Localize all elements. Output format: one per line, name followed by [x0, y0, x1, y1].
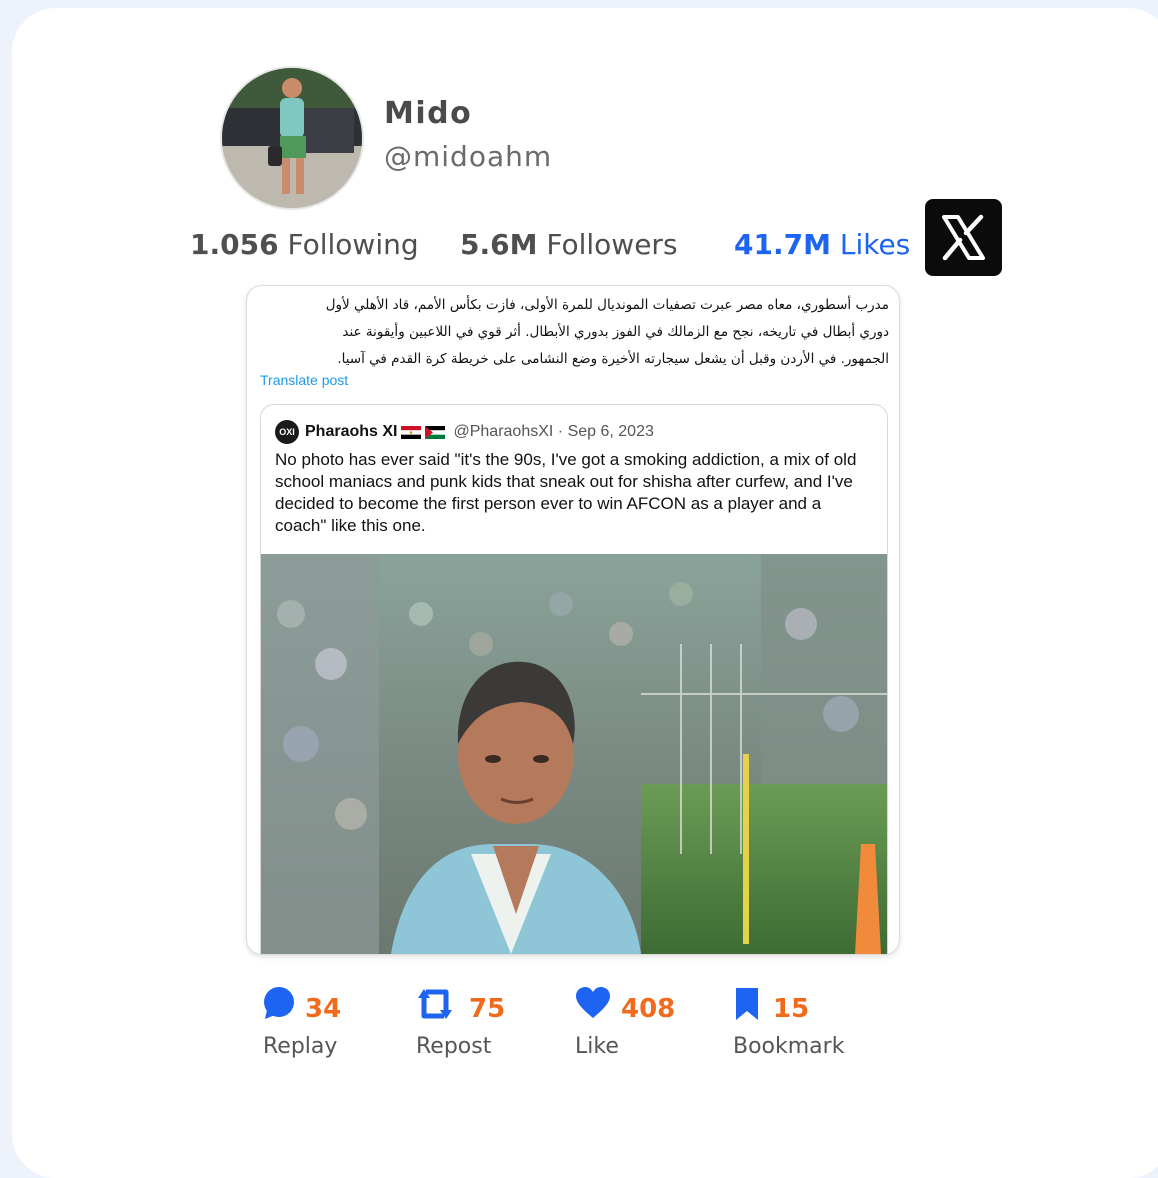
heart-icon — [576, 987, 610, 1018]
quoted-post-text: No photo has ever said "it's the 90s, I'… — [275, 450, 857, 535]
repost-label: Repost — [416, 1034, 492, 1059]
post-text-line: الجمهور. في الأردن وقبل أن يشعل سيجارته … — [337, 351, 889, 367]
quoted-post-date: Sep 6, 2023 — [567, 423, 654, 440]
post-text-line: دوري أبطال في تاريخه، نجح مع الزمالك في … — [342, 324, 889, 340]
bookmark-label: Bookmark — [733, 1034, 845, 1059]
likes-label: Likes — [839, 228, 911, 261]
repost-action[interactable]: 75 Repost — [416, 986, 596, 1076]
avatar-photo — [222, 68, 362, 208]
post-text-line: مدرب أسطوري، معاه مصر عبرت تصفيات الموند… — [325, 297, 889, 313]
like-label: Like — [575, 1034, 619, 1059]
following-count: 1.056 — [190, 228, 279, 261]
comment-icon — [264, 987, 294, 1019]
following-stat[interactable]: 1.056 Following — [190, 228, 419, 261]
quoted-post[interactable]: OXI Pharaohs XI @PharaohsXI · Sep 6, 202… — [260, 404, 888, 954]
profile-name: Mido — [384, 96, 473, 131]
egypt-flag-icon — [401, 425, 422, 439]
repost-icon — [418, 989, 452, 1019]
meta-separator: · — [557, 423, 564, 440]
followers-stat[interactable]: 5.6M Followers — [460, 228, 678, 261]
x-logo-icon — [925, 199, 1002, 276]
post-screenshot: مدرب أسطوري، معاه مصر عبرت تصفيات الموند… — [246, 285, 900, 955]
like-action[interactable]: 408 Like — [575, 986, 755, 1076]
bookmark-action[interactable]: 15 Bookmark — [733, 986, 913, 1076]
bookmark-icon — [736, 988, 758, 1020]
quoted-author-handle: @PharaohsXI — [453, 423, 554, 440]
stadium-photo — [261, 554, 887, 954]
repost-count: 75 — [469, 994, 506, 1024]
quoted-author-name[interactable]: Pharaohs XI — [305, 423, 397, 441]
likes-count: 41.7M — [734, 228, 831, 261]
reply-label: Replay — [263, 1034, 338, 1059]
followers-count: 5.6M — [460, 228, 538, 261]
following-label: Following — [287, 228, 419, 261]
profile-handle: @midoahm — [384, 140, 553, 173]
palestine-flag-icon — [425, 425, 446, 439]
followers-label: Followers — [546, 228, 678, 261]
post-text: مدرب أسطوري، معاه مصر عبرت تصفيات الموند… — [259, 292, 889, 373]
quoted-post-header: OXI Pharaohs XI @PharaohsXI · Sep 6, 202… — [275, 420, 654, 444]
reply-count: 34 — [305, 994, 342, 1024]
quoted-post-photo[interactable] — [261, 554, 887, 954]
likes-stat[interactable]: 41.7M Likes — [734, 228, 910, 261]
bookmark-count: 15 — [773, 994, 810, 1024]
quoted-avatar[interactable]: OXI — [275, 420, 299, 444]
like-count: 408 — [621, 994, 676, 1024]
avatar[interactable] — [220, 66, 364, 210]
translate-post-link[interactable]: Translate post — [260, 372, 348, 388]
